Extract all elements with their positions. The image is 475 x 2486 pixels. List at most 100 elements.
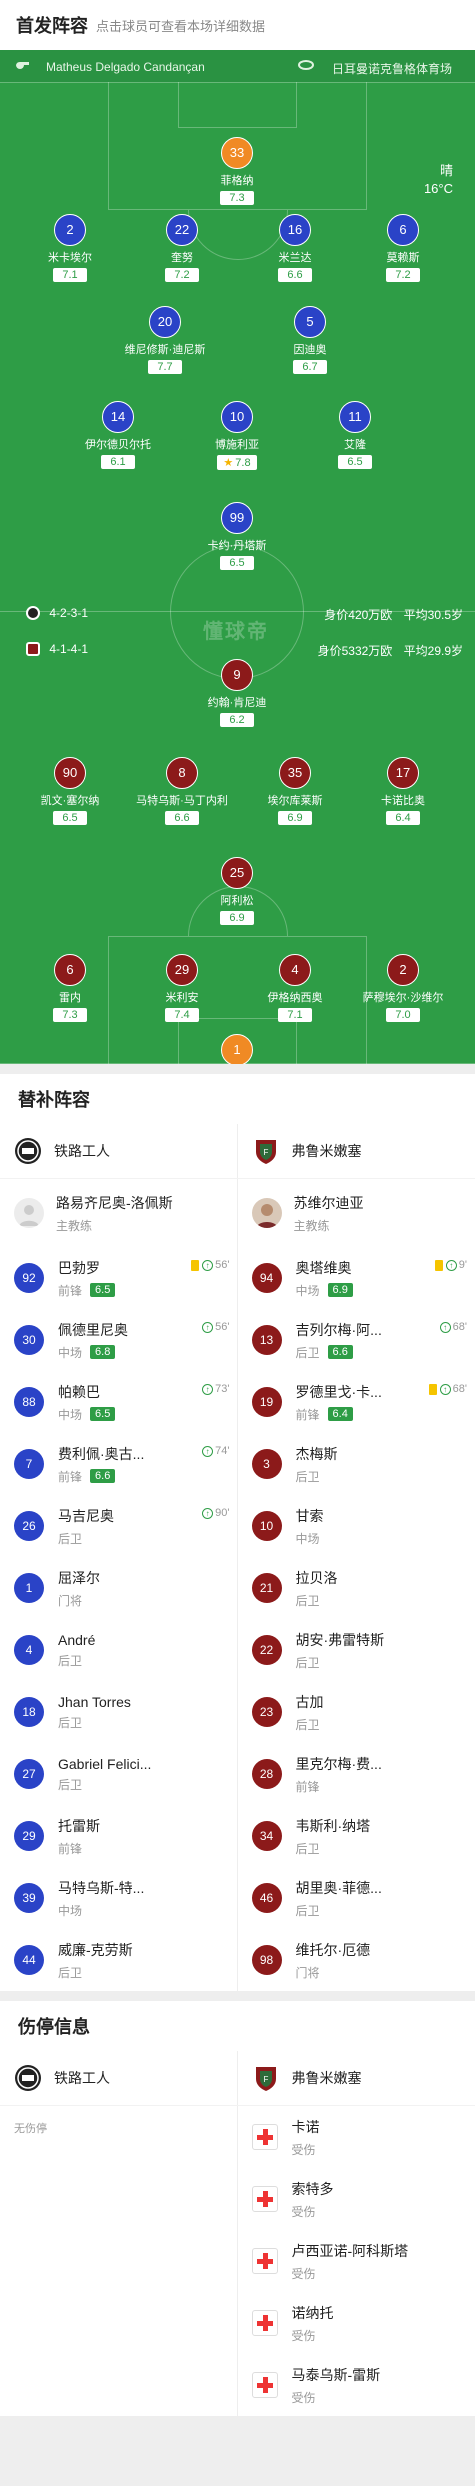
player-name: 伊格纳西奥	[267, 992, 323, 1004]
away-coach[interactable]: 苏维尔迪亚 主教练	[238, 1179, 475, 1247]
injured-player-row[interactable]: 卡诺 受伤	[238, 2106, 475, 2168]
sub-player-position: 后卫	[295, 1903, 320, 1918]
home-coach-name: 路易齐尼奥-洛佩斯	[56, 1194, 173, 1211]
home-team-row[interactable]: 铁路工人	[0, 1124, 238, 1179]
sub-player-row[interactable]: 22 胡安·弗雷特斯 后卫	[238, 1619, 475, 1681]
home-team-logo-icon	[15, 2065, 41, 2091]
away-coach-avatar	[251, 1198, 282, 1228]
player-rating-value: 7.4	[174, 1009, 190, 1021]
sub-player-info: 里克尔梅·费... 前锋	[296, 1754, 382, 1795]
sub-player-row[interactable]: 30 佩德里尼奥 中场 6.8 ↑ 56'	[0, 1309, 238, 1371]
sub-player-row[interactable]: 92 巴勃罗 前锋 6.5 ↑ 56'	[0, 1247, 238, 1309]
home-player[interactable]: 10 博施利亚 ★ 7.8	[182, 401, 292, 471]
home-player[interactable]: 16 米兰达 6.6	[240, 214, 350, 283]
sub-player-row[interactable]: 29 托雷斯 前锋	[0, 1805, 238, 1867]
injured-player-row[interactable]: 诺纳托 受伤	[238, 2292, 475, 2354]
home-player[interactable]: 2 米卡埃尔 7.1	[15, 214, 125, 283]
away-player[interactable]: 2 萨穆埃尔·沙维尔 7.0	[348, 954, 458, 1023]
sub-player-info: 马吉尼奥 后卫	[58, 1506, 114, 1547]
away-player[interactable]: 25 阿利松 6.9	[182, 857, 292, 926]
sub-player-rating: 6.5	[90, 1283, 116, 1297]
home-player[interactable]: 22 奎努 7.2	[127, 214, 237, 283]
sub-player-row[interactable]: 28 里克尔梅·费... 前锋	[238, 1743, 475, 1805]
sub-player-row[interactable]: 21 拉贝洛后卫	[238, 1557, 475, 1619]
injured-player-row[interactable]: 卢西亚诺-阿科斯塔 受伤	[238, 2230, 475, 2292]
injured-player-row[interactable]: 索特多 受伤	[238, 2168, 475, 2230]
sub-player-info: 胡安·弗雷特斯 后卫	[296, 1630, 385, 1671]
home-injury-team-row[interactable]: 铁路工人	[0, 2051, 238, 2106]
player-number-badge: 21	[251, 1573, 282, 1603]
sub-player-row[interactable]: 1 屈泽尔 门将	[0, 1557, 238, 1619]
home-value-text: 身价420万欧	[324, 608, 393, 622]
goal-box-top	[178, 82, 297, 128]
injury-cross-icon	[251, 2186, 278, 2212]
injuries-section-title: 伤停信息	[0, 2001, 475, 2051]
sub-player-name: 威廉-克劳斯	[58, 1941, 133, 1958]
temperature-text: 16°C	[423, 181, 453, 196]
away-player[interactable]: 90 凯文·塞尔纳 6.5	[15, 757, 125, 826]
sub-player-meta: 后卫	[58, 1776, 151, 1793]
sub-player-row[interactable]: 46 胡里奥·菲德... 后卫	[238, 1867, 475, 1929]
away-player[interactable]: 4 伊格纳西奥 7.1	[240, 954, 350, 1023]
player-rating-value: 7.3	[62, 1009, 78, 1021]
home-player[interactable]: 14 伊尔德贝尔托 6.1	[63, 401, 173, 470]
sub-player-position: 后卫	[295, 1593, 320, 1608]
away-player[interactable]: 9 约翰·肯尼迪 6.2	[182, 659, 292, 728]
home-player[interactable]: 20 维尼修斯·迪尼斯 7.7	[110, 306, 220, 375]
home-formation-text: 4-2-3-1	[49, 606, 89, 620]
sub-player-row[interactable]: 23 古加 后卫	[238, 1681, 475, 1743]
player-number-badge: 88	[14, 1387, 44, 1417]
sub-player-row[interactable]: 10 甘索 中场	[238, 1495, 475, 1557]
home-player[interactable]: 33 菲格纳 7.3	[182, 137, 292, 206]
sub-player-meta: 中场 6.8	[58, 1344, 128, 1361]
sub-player-row[interactable]: 94 奥塔维奥 中场 6.9 ↑ 9'	[238, 1247, 475, 1309]
home-subs-list: 92 巴勃罗 前锋 6.5 ↑ 56' 30 佩德里尼奥 中场 6.8 ↑ 56' 88 帕赖巴 中场 6.5…	[0, 1247, 238, 1991]
player-rating: 7.2	[386, 268, 420, 282]
sub-player-row[interactable]: 88 帕赖巴 中场 6.5 ↑ 73'	[0, 1371, 238, 1433]
home-subs-column: 铁路工人 路易齐尼奥-洛佩斯 主教练 92 巴勃罗 前锋 6.5 ↑ 56' 30 佩德里尼奥…	[0, 1124, 238, 1991]
away-player[interactable]: 6 雷内 7.3	[15, 954, 125, 1023]
player-number-badge: 29	[166, 954, 198, 986]
player-name: 埃尔库莱斯	[267, 795, 323, 807]
home-player[interactable]: 6 莫赖斯 7.2	[348, 214, 458, 283]
player-number-badge: 17	[387, 757, 419, 789]
sub-player-row[interactable]: 34 韦斯利·纳塔 后卫	[238, 1805, 475, 1867]
player-rating: 6.2	[220, 713, 254, 727]
away-team-row[interactable]: F 弗鲁米嫩塞	[237, 1124, 475, 1179]
player-number-badge: 16	[279, 214, 311, 246]
sub-player-row[interactable]: 26 马吉尼奥 后卫 ↑ 90'	[0, 1495, 238, 1557]
sub-player-info: 佩德里尼奥 中场 6.8	[58, 1320, 128, 1361]
sub-event: ↑ 56'	[202, 1321, 230, 1333]
home-player[interactable]: 5 因迪奥 6.7	[255, 306, 365, 375]
sub-player-row[interactable]: 4 André 后卫	[0, 1619, 238, 1681]
sub-player-row[interactable]: 27 Gabriel Felici... 后卫	[0, 1743, 238, 1805]
sub-player-row[interactable]: 13 吉列尔梅·阿... 后卫 6.6 ↑ 68'	[238, 1309, 475, 1371]
sub-player-row[interactable]: 7 费利佩·奥古... 前锋 6.6 ↑ 74'	[0, 1433, 238, 1495]
sub-player-row[interactable]: 44 威廉-克劳斯 后卫	[0, 1929, 238, 1991]
away-player[interactable]: 35 埃尔库莱斯 6.9	[240, 757, 350, 826]
sub-player-row[interactable]: 98 维托尔·厄德 门将	[238, 1929, 475, 1991]
player-name: 卡约·丹塔斯	[207, 540, 267, 552]
player-rating: 7.1	[278, 1008, 312, 1022]
sub-player-row[interactable]: 18 Jhan Torres 后卫	[0, 1681, 238, 1743]
sub-player-row[interactable]: 3 杰梅斯 后卫	[238, 1433, 475, 1495]
sub-player-info: 威廉-克劳斯 后卫	[58, 1940, 133, 1981]
substitution-in-icon: ↑	[202, 1383, 214, 1395]
away-subs-column: F 弗鲁米嫩塞 苏维尔迪亚 主教练 94 奥塔维奥 中场 6.9 ↑ 9' 13 吉列尔梅·阿…	[237, 1124, 475, 1991]
player-rating-value: 6.5	[347, 456, 363, 468]
away-player[interactable]: 8 马特乌斯·马丁内利 6.6	[127, 757, 237, 826]
injured-player-row[interactable]: 马泰乌斯-雷斯 受伤	[238, 2354, 475, 2416]
player-number-badge: 22	[251, 1635, 282, 1665]
player-number-badge: 94	[251, 1263, 282, 1293]
sub-player-row[interactable]: 39 马特乌斯-特... 中场	[0, 1867, 238, 1929]
home-coach[interactable]: 路易齐尼奥-洛佩斯 主教练	[0, 1179, 238, 1247]
away-player[interactable]: 1法比奥6.8	[182, 1034, 292, 1064]
sub-player-name: 拉贝洛	[295, 1569, 338, 1586]
away-player[interactable]: 17 卡诺比奥 6.4	[348, 757, 458, 826]
away-injury-team-row[interactable]: F 弗鲁米嫩塞	[237, 2051, 475, 2106]
home-player[interactable]: 99 卡约·丹塔斯 6.5	[182, 502, 292, 571]
home-player[interactable]: 11 艾隆 6.5	[300, 401, 410, 470]
away-player[interactable]: 29 米利安 7.4	[127, 954, 237, 1023]
sub-player-row[interactable]: 19 罗德里戈·卡... 前锋 6.4 ↑ 68'	[238, 1371, 475, 1433]
sub-player-info: 吉列尔梅·阿... 后卫 6.6	[296, 1320, 382, 1361]
